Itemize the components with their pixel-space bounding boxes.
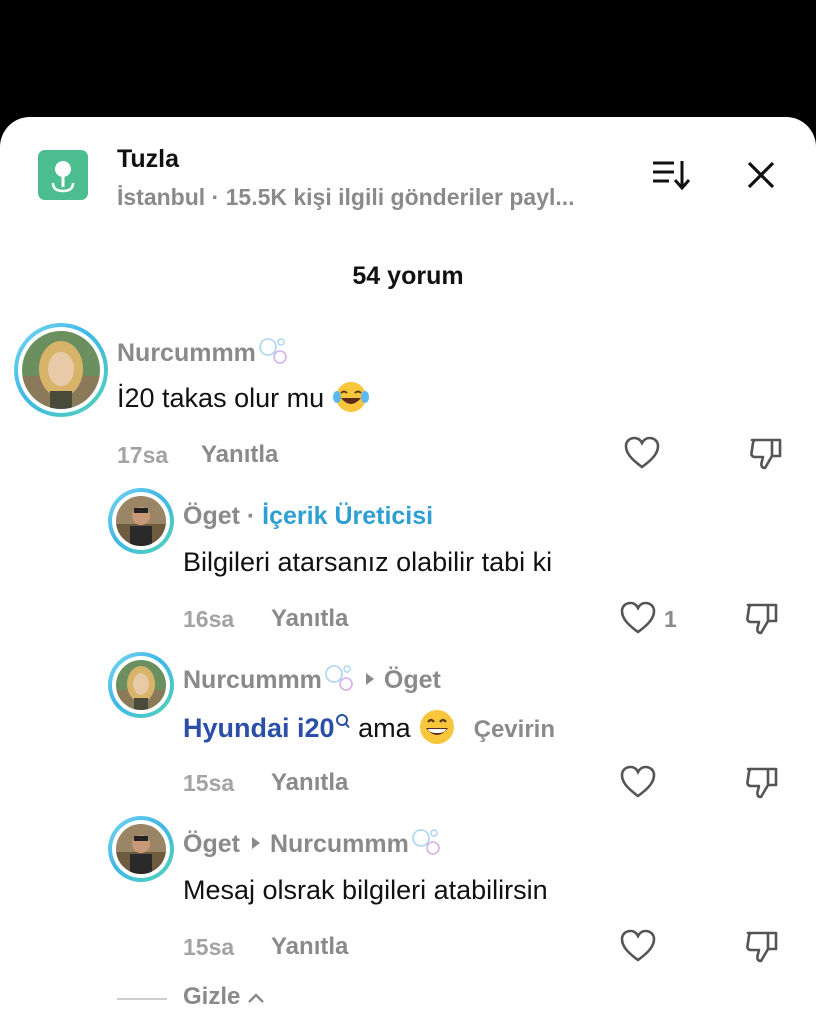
dislike-icon[interactable] [744, 600, 780, 636]
heart-icon[interactable] [623, 435, 661, 471]
translate-button[interactable]: Çevirin [474, 716, 555, 743]
reply-text: Hyundai i20 ama Çevirin [183, 710, 555, 749]
divider [117, 998, 167, 1000]
location-subtitle: İstanbul · 15.5K kişi ilgili gönderiler … [117, 184, 575, 210]
dislike-icon[interactable] [748, 435, 784, 471]
heart-icon[interactable] [619, 764, 657, 800]
dislike-icon[interactable] [744, 764, 780, 800]
creator-badge: İçerik Üreticisi [262, 502, 434, 530]
location-title: Tuzla [117, 145, 180, 173]
reply-username[interactable]: Nurcummm Öget [183, 665, 441, 696]
reply-button[interactable]: Yanıtla [271, 605, 348, 633]
comments-sheet: Tuzla İstanbul · 15.5K kişi ilgili gönde… [0, 117, 816, 1024]
comments-count: 54 yorum [352, 262, 464, 290]
bubbles-icon [325, 665, 353, 692]
reply-button[interactable]: Yanıtla [271, 933, 348, 961]
reply-button[interactable]: Yanıtla [201, 441, 278, 469]
avatar[interactable] [14, 323, 108, 417]
avatar[interactable] [108, 488, 174, 554]
like-count: 1 [664, 606, 677, 632]
reply-text: Bilgileri atarsanız olabilir tabi ki [183, 547, 553, 577]
reply-arrow-icon [251, 837, 260, 850]
hashtag-link[interactable]: Hyundai i20 [183, 713, 335, 743]
heart-icon[interactable] [619, 600, 657, 636]
reply-time: 15sa [183, 934, 235, 960]
location-pin-icon [38, 150, 88, 200]
comment-text: İ20 takas olur mu [117, 382, 370, 417]
reply-arrow-icon [365, 673, 374, 686]
dislike-icon[interactable] [744, 928, 780, 964]
reply-time: 15sa [183, 770, 235, 796]
search-icon [335, 714, 350, 729]
reply-text: Mesaj olsrak bilgileri atabilirsin [183, 875, 548, 905]
bubbles-icon [259, 338, 287, 365]
sort-icon[interactable] [650, 157, 691, 193]
bubbles-icon [412, 829, 440, 856]
heart-icon[interactable] [619, 928, 657, 964]
reply-button[interactable]: Yanıtla [271, 769, 348, 797]
comment-time: 17sa [117, 442, 169, 468]
laughing-emoji-icon [332, 382, 369, 412]
reply-username[interactable]: Öget · İçerik Üreticisi [183, 502, 433, 531]
grinning-emoji-icon [420, 710, 455, 744]
reply-time: 16sa [183, 606, 235, 632]
close-icon[interactable] [743, 157, 779, 193]
reply-username[interactable]: Öget Nurcummm [183, 829, 441, 860]
avatar[interactable] [108, 652, 174, 718]
avatar[interactable] [108, 816, 174, 882]
chevron-up-icon [248, 992, 264, 1003]
hide-replies-button[interactable]: Gizle [183, 983, 265, 1011]
comment-username[interactable]: Nurcummm [117, 338, 288, 369]
